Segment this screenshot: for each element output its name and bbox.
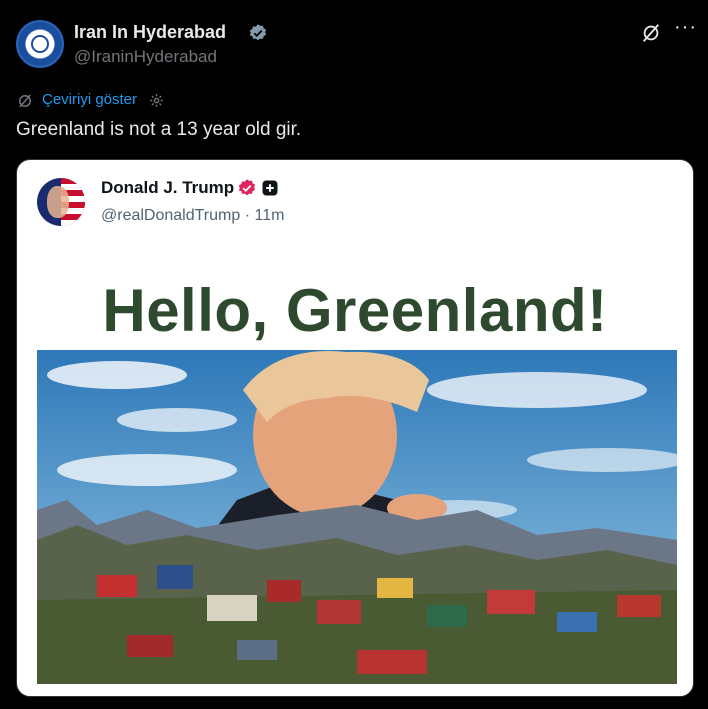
post-text: Greenland is not a 13 year old gir.: [16, 119, 302, 140]
translate-icon: [19, 94, 31, 108]
grok-icon[interactable]: [640, 22, 662, 44]
author-name[interactable]: Iran In Hyderabad: [74, 22, 226, 43]
plus-badge-icon: [262, 180, 278, 196]
avatar[interactable]: [16, 20, 64, 68]
embedded-avatar: [37, 178, 85, 226]
gear-icon[interactable]: [148, 92, 165, 109]
embedded-post-image[interactable]: Donald J. Trump @realDonaldTrump · 11m H…: [16, 159, 694, 697]
embedded-author-name: Donald J. Trump: [101, 178, 235, 197]
post-header: Iran In Hyderabad @IraninHyderabad ···: [16, 17, 696, 70]
translate-link[interactable]: Çeviriyi göster: [42, 91, 137, 108]
embedded-author-handle: @realDonaldTrump · 11m: [101, 207, 285, 224]
seal-icon: [31, 35, 49, 53]
more-icon[interactable]: ···: [674, 17, 696, 42]
verified-badge-icon: [238, 179, 256, 196]
author-handle[interactable]: @IraninHyderabad: [74, 47, 217, 67]
portrait-face: [47, 186, 69, 218]
verified-badge-icon: [249, 24, 267, 41]
headline: Hello, Greenland!: [102, 277, 608, 344]
greenland-photo: [37, 350, 677, 684]
